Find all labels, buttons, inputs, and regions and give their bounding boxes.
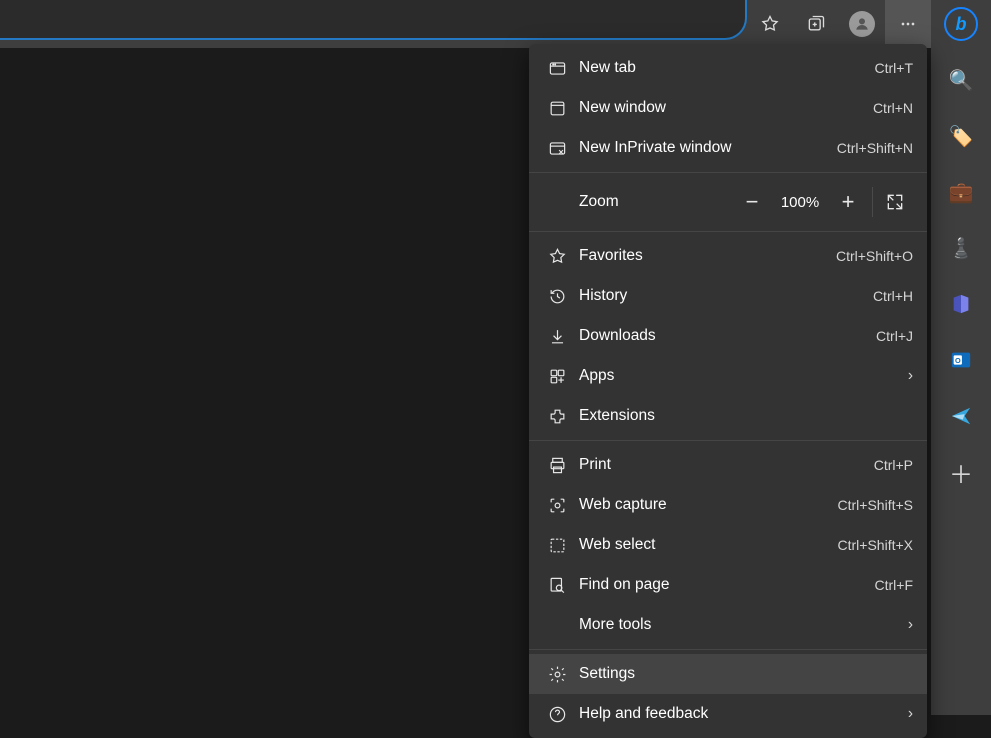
zoom-value: 100% — [772, 194, 828, 211]
menu-new-inprivate[interactable]: New InPrivate window Ctrl+Shift+N — [529, 128, 927, 168]
edge-sidebar: b 🔍 🏷️ 💼 ♟️ O ＋ — [931, 0, 991, 715]
menu-shortcut: Ctrl+Shift+X — [838, 537, 913, 553]
menu-separator — [529, 649, 927, 650]
menu-label: Help and feedback — [579, 705, 900, 723]
menu-shortcut: Ctrl+H — [873, 288, 913, 304]
menu-help[interactable]: Help and feedback › — [529, 694, 927, 734]
menu-web-select[interactable]: Web select Ctrl+Shift+X — [529, 525, 927, 565]
menu-label: Print — [579, 456, 874, 474]
menu-history[interactable]: History Ctrl+H — [529, 276, 927, 316]
menu-shortcut: Ctrl+Shift+N — [837, 140, 913, 156]
menu-separator — [529, 440, 927, 441]
tools-icon[interactable]: 💼 — [941, 172, 981, 212]
menu-label: Find on page — [579, 576, 875, 594]
menu-label: Settings — [579, 665, 913, 683]
games-icon[interactable]: ♟️ — [941, 228, 981, 268]
profile-button[interactable] — [839, 0, 885, 48]
menu-settings[interactable]: Settings — [529, 654, 927, 694]
menu-favorites[interactable]: Favorites Ctrl+Shift+O — [529, 236, 927, 276]
zoom-in-button[interactable]: + — [828, 185, 868, 219]
fullscreen-button[interactable] — [877, 192, 913, 212]
menu-label: Apps — [579, 367, 900, 385]
menu-label: New InPrivate window — [579, 139, 837, 157]
web-select-icon — [543, 536, 571, 555]
browser-toolbar — [0, 0, 991, 48]
menu-label: New window — [579, 99, 873, 117]
help-icon — [543, 705, 571, 724]
svg-text:O: O — [955, 356, 961, 365]
find-icon — [543, 576, 571, 595]
menu-new-window[interactable]: New window Ctrl+N — [529, 88, 927, 128]
menu-label: Web select — [579, 536, 838, 554]
menu-web-capture[interactable]: Web capture Ctrl+Shift+S — [529, 485, 927, 525]
menu-apps[interactable]: Apps › — [529, 356, 927, 396]
new-tab-icon — [543, 59, 571, 78]
menu-more-tools[interactable]: More tools › — [529, 605, 927, 645]
chevron-right-icon: › — [908, 616, 913, 634]
chevron-right-icon: › — [908, 705, 913, 723]
zoom-label: Zoom — [579, 193, 732, 211]
bing-chat-icon[interactable]: b — [941, 4, 981, 44]
menu-shortcut: Ctrl+Shift+O — [836, 248, 913, 264]
inprivate-icon — [543, 139, 571, 158]
menu-separator — [529, 172, 927, 173]
web-capture-icon — [543, 496, 571, 515]
menu-label: Favorites — [579, 247, 836, 265]
favorites-button[interactable] — [747, 0, 793, 48]
downloads-icon — [543, 327, 571, 346]
outlook-icon[interactable]: O — [941, 340, 981, 380]
shopping-icon[interactable]: 🏷️ — [941, 116, 981, 156]
menu-shortcut: Ctrl+J — [876, 328, 913, 344]
menu-separator — [529, 231, 927, 232]
menu-label: New tab — [579, 59, 875, 77]
menu-zoom: Zoom − 100% + — [529, 177, 927, 227]
menu-label: History — [579, 287, 873, 305]
menu-label: Downloads — [579, 327, 876, 345]
menu-shortcut: Ctrl+N — [873, 100, 913, 116]
search-icon[interactable]: 🔍 — [941, 60, 981, 100]
menu-downloads[interactable]: Downloads Ctrl+J — [529, 316, 927, 356]
extensions-icon — [543, 407, 571, 426]
menu-new-tab[interactable]: New tab Ctrl+T — [529, 48, 927, 88]
menu-shortcut: Ctrl+T — [875, 60, 914, 76]
address-bar[interactable] — [0, 0, 747, 40]
new-window-icon — [543, 99, 571, 118]
menu-label: More tools — [579, 616, 900, 634]
more-button[interactable] — [885, 0, 931, 48]
history-icon — [543, 287, 571, 306]
menu-shortcut: Ctrl+Shift+S — [838, 497, 913, 513]
add-sidebar-icon[interactable]: ＋ — [941, 452, 981, 492]
menu-find[interactable]: Find on page Ctrl+F — [529, 565, 927, 605]
chevron-right-icon: › — [908, 367, 913, 385]
menu-extensions[interactable]: Extensions — [529, 396, 927, 436]
print-icon — [543, 456, 571, 475]
menu-label: Web capture — [579, 496, 838, 514]
apps-icon — [543, 367, 571, 386]
favorites-icon — [543, 247, 571, 266]
send-icon[interactable] — [941, 396, 981, 436]
menu-print[interactable]: Print Ctrl+P — [529, 445, 927, 485]
menu-shortcut: Ctrl+F — [875, 577, 914, 593]
settings-menu: New tab Ctrl+T New window Ctrl+N New InP… — [529, 44, 927, 738]
menu-label: Extensions — [579, 407, 913, 425]
office-icon[interactable] — [941, 284, 981, 324]
zoom-out-button[interactable]: − — [732, 185, 772, 219]
collections-button[interactable] — [793, 0, 839, 48]
settings-icon — [543, 665, 571, 684]
menu-shortcut: Ctrl+P — [874, 457, 913, 473]
